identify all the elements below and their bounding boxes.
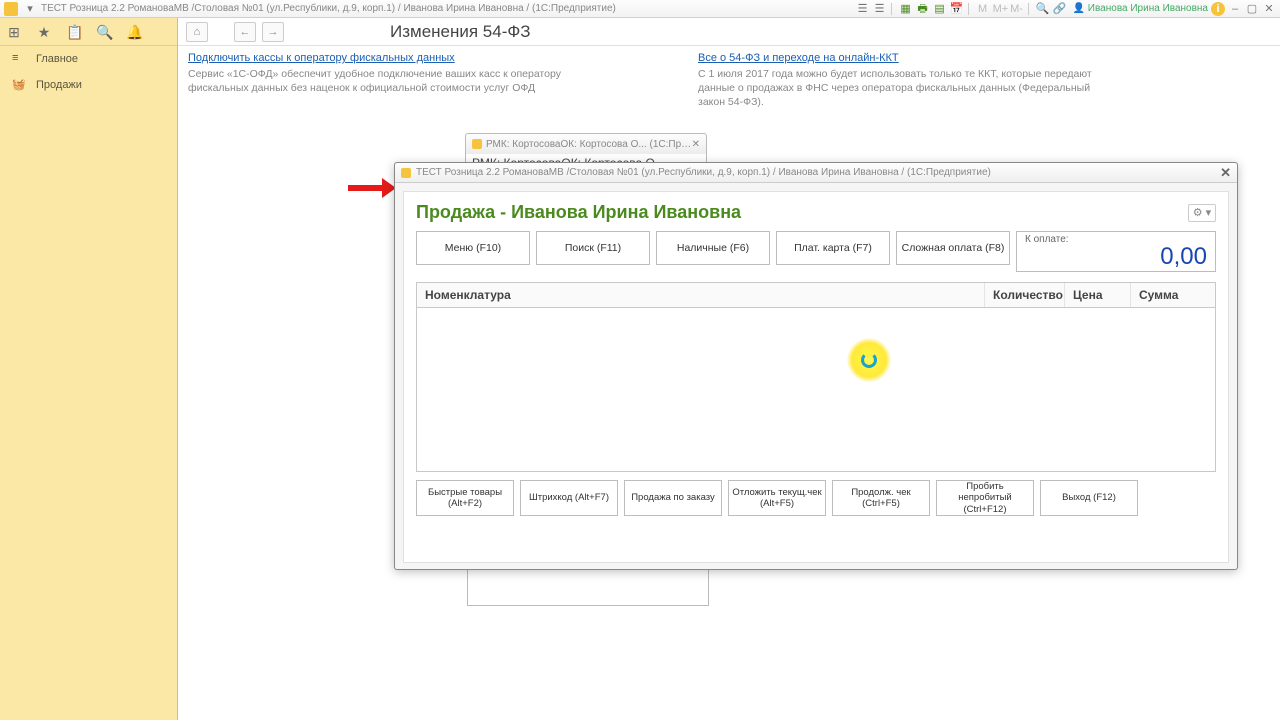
clipboard-icon[interactable]: 📋 (66, 24, 82, 40)
search-button[interactable]: Поиск (F11) (536, 231, 650, 265)
background-window-tab[interactable]: РМК: КортосоваОК: Кортосова О... (1С:Пре… (465, 133, 707, 155)
app-grid-icon[interactable]: ▦ (899, 2, 913, 16)
forward-button[interactable]: → (262, 22, 284, 42)
mminus-icon[interactable]: M- (1010, 2, 1024, 16)
app-title: ТЕСТ Розница 2.2 РомановаМВ /Столовая №0… (41, 3, 616, 14)
article-left-col: Подключить кассы к оператору фискальных … (188, 52, 588, 110)
sale-title: Продажа - Иванова Ирина Ивановна (416, 202, 741, 223)
hold-check-button[interactable]: Отложить текущ.чек (Alt+F5) (728, 480, 826, 516)
menu-button[interactable]: Меню (F10) (416, 231, 530, 265)
table-body (416, 308, 1216, 472)
back-button[interactable]: ← (234, 22, 256, 42)
calendar-icon[interactable]: 📅 (950, 2, 964, 16)
article-left-desc: Сервис «1С-ОФД» обеспечит удобное подклю… (188, 67, 588, 95)
col-price: Цена (1065, 283, 1131, 307)
col-nomenclature: Номенклатура (417, 283, 985, 307)
sidebar: ⊞ ★ 📋 🔍 🔔 ≡ Главное 🧺 Продажи (0, 18, 178, 720)
bell-icon[interactable]: 🔔 (126, 24, 142, 40)
user-label[interactable]: 👤 Иванова Ирина Ивановна (1073, 3, 1208, 14)
search-icon[interactable]: 🔍 (96, 24, 112, 40)
card-button[interactable]: Плат. карта (F7) (776, 231, 890, 265)
content-area: ⌂ ← → Изменения 54-ФЗ Подключить кассы к… (178, 18, 1280, 720)
sale-modal: ТЕСТ Розница 2.2 РомановаМВ /Столовая №0… (394, 162, 1238, 570)
col-quantity: Количество (985, 283, 1065, 307)
apps-icon[interactable]: ⊞ (6, 24, 22, 40)
bg-tab-close-icon[interactable]: ✕ (692, 139, 700, 150)
modal-body: Продажа - Иванова Ирина Ивановна ⚙ ▾ Мен… (403, 191, 1229, 563)
barcode-button[interactable]: Штрихкод (Alt+F7) (520, 480, 618, 516)
mplus-icon[interactable]: M+ (993, 2, 1007, 16)
link-icon[interactable]: 🔗 (1053, 2, 1067, 16)
table-header: Номенклатура Количество Цена Сумма (416, 282, 1216, 308)
settings-button[interactable]: ⚙ ▾ (1188, 204, 1216, 222)
star-icon[interactable]: ★ (36, 24, 52, 40)
app-icon (4, 2, 18, 16)
app-icon (401, 168, 411, 178)
app-icon (472, 139, 482, 149)
exit-button[interactable]: Выход (F12) (1040, 480, 1138, 516)
resume-check-button[interactable]: Продолж. чек (Ctrl+F5) (832, 480, 930, 516)
close-icon[interactable]: ✕ (1262, 2, 1276, 16)
article-right-desc: С 1 июля 2017 года можно будет использов… (698, 67, 1098, 110)
amount-value: 0,00 (1025, 245, 1207, 269)
dropdown-icon[interactable]: ▾ (23, 2, 37, 16)
doc-icon[interactable]: ▤ (933, 2, 947, 16)
article-right-link[interactable]: Все о 54-ФЗ и переходе на онлайн-ККТ (698, 52, 899, 64)
loading-spinner (847, 338, 891, 382)
search-icon[interactable]: 🔍 (1036, 2, 1050, 16)
modal-title-bar[interactable]: ТЕСТ Розница 2.2 РомановаМВ /Столовая №0… (395, 163, 1237, 183)
content-toolbar: ⌂ ← → Изменения 54-ФЗ (178, 18, 1280, 46)
m-icon[interactable]: M (976, 2, 990, 16)
article-right-col: Все о 54-ФЗ и переходе на онлайн-ККТ С 1… (698, 52, 1098, 110)
modal-title-text: ТЕСТ Розница 2.2 РомановаМВ /Столовая №0… (416, 167, 991, 178)
article-left-link[interactable]: Подключить кассы к оператору фискальных … (188, 52, 455, 64)
bg-tab-title: РМК: КортосоваОК: Кортосова О... (1С:Пре… (486, 139, 692, 150)
punch-unpunched-button[interactable]: Пробить непробитый (Ctrl+F12) (936, 480, 1034, 516)
page-title: Изменения 54-ФЗ (390, 22, 531, 42)
home-button[interactable]: ⌂ (186, 22, 208, 42)
amount-panel: К оплате: 0,00 (1016, 231, 1216, 272)
sidebar-item-sales[interactable]: 🧺 Продажи (0, 72, 177, 98)
basket-icon: 🧺 (12, 78, 26, 92)
print-icon[interactable]: 🖶 (916, 2, 930, 16)
menu-icon: ≡ (12, 52, 26, 66)
maximize-icon[interactable]: ▢ (1245, 2, 1259, 16)
toolbar-icon-1[interactable]: ☰ (856, 2, 870, 16)
modal-close-icon[interactable]: ✕ (1220, 165, 1231, 181)
cash-button[interactable]: Наличные (F6) (656, 231, 770, 265)
app-title-bar: ▾ ТЕСТ Розница 2.2 РомановаМВ /Столовая … (0, 0, 1280, 18)
sidebar-item-main[interactable]: ≡ Главное (0, 46, 177, 72)
sidebar-item-label: Продажи (36, 79, 82, 91)
info-icon[interactable]: i (1211, 2, 1225, 16)
quick-goods-button[interactable]: Быстрые товары (Alt+F2) (416, 480, 514, 516)
col-sum: Сумма (1131, 283, 1215, 307)
sale-by-order-button[interactable]: Продажа по заказу (624, 480, 722, 516)
spinner-icon (861, 352, 877, 368)
complex-pay-button[interactable]: Сложная оплата (F8) (896, 231, 1010, 265)
sidebar-item-label: Главное (36, 53, 78, 65)
minimize-icon[interactable]: – (1228, 2, 1242, 16)
sidebar-icon-row: ⊞ ★ 📋 🔍 🔔 (0, 18, 177, 46)
toolbar-icon-2[interactable]: ☰ (873, 2, 887, 16)
